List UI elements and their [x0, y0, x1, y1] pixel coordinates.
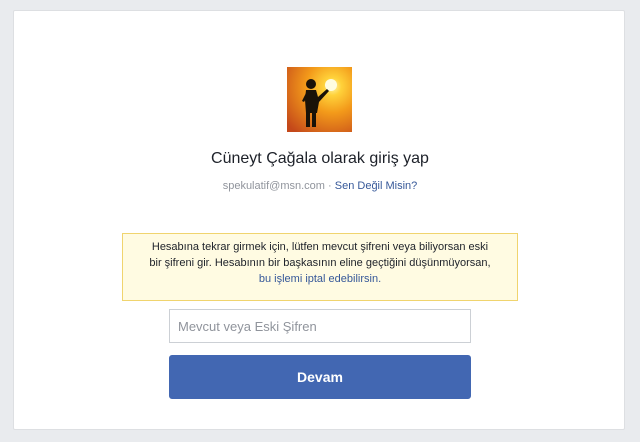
login-card: Cüneyt Çağala olarak giriş yap spekulati…	[13, 10, 625, 430]
continue-button[interactable]: Devam	[169, 355, 471, 399]
profile-avatar[interactable]	[287, 67, 352, 132]
notice-line-2: bir şifreni gir. Hesabının bir başkasını…	[149, 257, 491, 269]
account-email: spekulatif@msn.com	[222, 180, 325, 192]
account-subline: spekulatif@msn.com · Sen Değil Misin?	[14, 178, 626, 194]
not-you-link[interactable]: Sen Değil Misin?	[335, 180, 418, 192]
notice-line-1: Hesabına tekrar girmek için, lütfen mevc…	[151, 241, 489, 253]
separator-dot: ·	[324, 180, 335, 192]
profile-photo-icon	[287, 67, 352, 132]
password-input[interactable]	[169, 309, 471, 343]
password-notice: Hesabına tekrar girmek için, lütfen mevc…	[122, 233, 518, 301]
notice-line-3: bu işlemi iptal edebilirsin.	[258, 273, 382, 285]
login-as-heading: Cüneyt Çağala olarak giriş yap	[211, 150, 429, 167]
